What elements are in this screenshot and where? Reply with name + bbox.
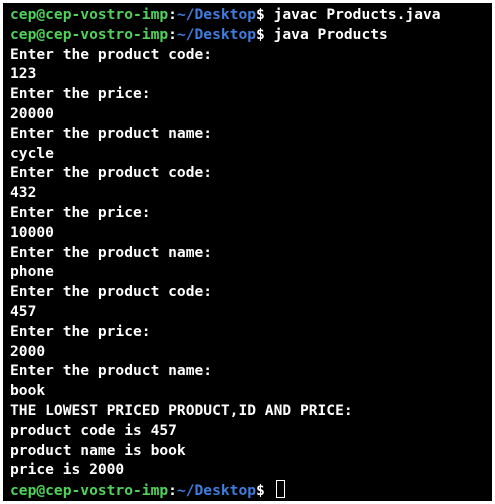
prompt-dollar: $: [256, 6, 274, 23]
command-text: javac Products.java: [273, 6, 441, 23]
prompt-line-3[interactable]: cep@cep-vostro-imp:~/Desktop$: [10, 480, 492, 500]
prompt-path: ~/Desktop: [176, 6, 257, 23]
output-line: Enter the product code:: [10, 283, 213, 301]
output-line: book: [10, 382, 46, 400]
prompt-dollar: $: [256, 25, 274, 43]
output-line: 2000: [10, 342, 46, 360]
output-line: cycle: [10, 144, 54, 162]
prompt-path: ~/Desktop: [176, 25, 257, 43]
prompt-dollar: $: [256, 482, 274, 500]
output-line: Enter the price:: [10, 322, 151, 340]
output-line: 123: [10, 65, 37, 83]
prompt-separator: :: [168, 25, 177, 43]
command-text: java Products: [273, 25, 388, 43]
prompt-user-host: cep@cep-vostro-imp: [10, 6, 169, 23]
output-line: Enter the price:: [10, 203, 151, 221]
output-line: phone: [10, 263, 54, 281]
prompt-path: ~/Desktop: [176, 482, 257, 500]
prompt-line-1: cep@cep-vostro-imp:~/Desktop$ javac Prod…: [10, 5, 492, 25]
output-line: Enter the product code:: [10, 164, 213, 182]
output-line: 432: [10, 184, 37, 202]
output-line: Enter the product name:: [10, 243, 213, 261]
output-line: product name is book: [10, 441, 186, 459]
output-line: 10000: [10, 223, 54, 241]
prompt-user-host: cep@cep-vostro-imp: [10, 482, 169, 500]
prompt-separator: :: [168, 482, 177, 500]
output-line: Enter the price:: [10, 85, 151, 103]
output-line: product code is 457: [10, 421, 177, 439]
output-line: THE LOWEST PRICED PRODUCT,ID AND PRICE:: [10, 401, 353, 419]
output-line: Enter the product name:: [10, 362, 213, 380]
output-line: 20000: [10, 104, 54, 122]
prompt-separator: :: [168, 6, 177, 23]
output-line: price is 2000: [10, 461, 125, 479]
prompt-user-host: cep@cep-vostro-imp: [10, 25, 169, 43]
output-line: 457: [10, 302, 37, 320]
terminal-window[interactable]: cep@cep-vostro-imp:~/Desktop$ javac Prod…: [3, 3, 492, 501]
output-line: Enter the product name:: [10, 124, 213, 142]
prompt-line-2: cep@cep-vostro-imp:~/Desktop$ java Produ…: [10, 25, 492, 45]
text-cursor[interactable]: [275, 480, 285, 499]
output-line: Enter the product code:: [10, 45, 213, 63]
